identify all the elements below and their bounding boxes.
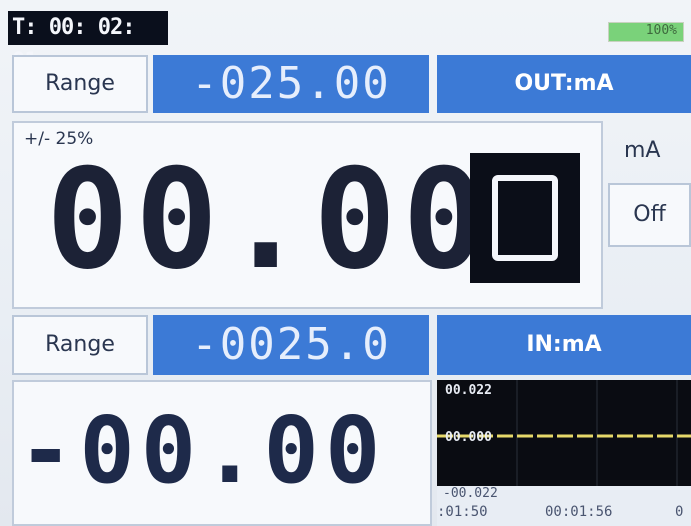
chart-x-tick-label: 0 [675,504,684,520]
input-mode-button[interactable]: IN:mA [437,315,691,375]
chart-x-tick-label: :01:50 [437,504,488,520]
input-range-button[interactable]: Range [12,315,148,375]
input-panel: -00.00 [12,380,432,526]
chart-y-tick-label: 00.022 [445,383,492,398]
elapsed-timer: T: 00: 02: 01 [8,11,168,74]
input-value-display: -00.00 [18,397,387,504]
digit-cursor[interactable] [470,153,580,283]
output-value-display: 00.00 [46,139,492,300]
chart-x-tick-label: 00:01:56 [545,504,613,520]
meter-screen: T: 00: 02: 01 100% Range -025.00 OUT:mA … [0,0,691,526]
output-mode-button[interactable]: OUT:mA [437,55,691,113]
digit-cursor-segments [492,175,558,261]
output-panel: +/- 25% 00.00 [12,121,603,309]
output-unit-label: mA [624,138,661,163]
output-range-value[interactable]: -025.00 [153,55,429,113]
trend-chart-axis: -00.022 :01:50 00:01:56 0 [437,486,691,526]
battery-percent: 100% [645,23,677,38]
input-range-value[interactable]: -0025.0 [153,315,429,375]
chart-y-min-label: -00.022 [443,486,498,501]
output-range-button[interactable]: Range [12,55,148,113]
output-off-button[interactable]: Off [608,183,691,247]
chart-y-tick-label: 00.000 [445,430,492,445]
battery-indicator: 100% [608,22,684,42]
